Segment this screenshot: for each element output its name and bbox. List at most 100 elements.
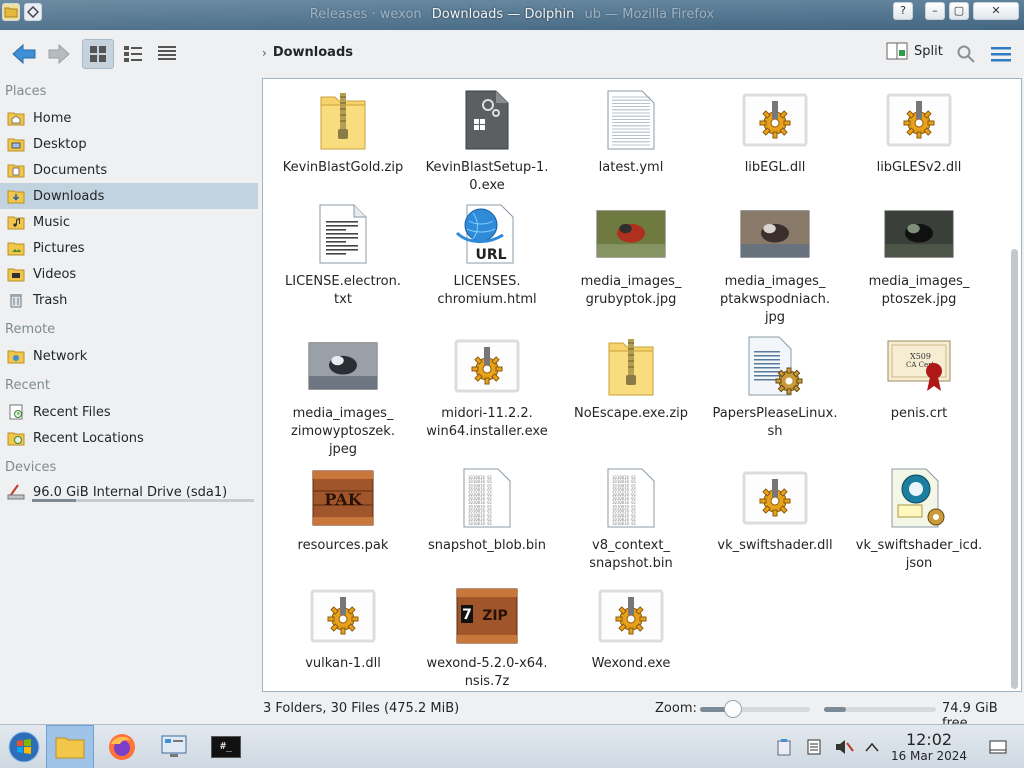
json-file-icon xyxy=(884,465,954,531)
clock[interactable]: 12:02 16 Mar 2024 xyxy=(890,731,968,764)
7z-file-icon: 7 ZIP xyxy=(452,583,522,649)
image-file-icon xyxy=(740,201,810,267)
back-arrow-icon xyxy=(12,43,36,65)
dll-file-icon xyxy=(740,465,810,531)
file-name-line: win64.installer.exe xyxy=(426,424,548,439)
breadcrumb-current[interactable]: Downloads xyxy=(273,45,353,60)
file-item[interactable]: media_images_ zimowyptoszek. jpeg xyxy=(273,333,413,459)
doc-file-glyph xyxy=(319,204,367,264)
file-item[interactable]: Wexond.exe xyxy=(561,583,701,673)
file-item[interactable]: PapersPleaseLinux. sh xyxy=(705,333,845,441)
taskbar-file-manager[interactable] xyxy=(46,725,94,768)
sidebar-item-documents[interactable]: Documents xyxy=(0,157,258,183)
menu-button[interactable] xyxy=(986,39,1016,69)
file-name-line: sh xyxy=(767,424,783,439)
sidebar-item-music[interactable]: Music xyxy=(0,209,258,235)
close-button[interactable]: ✕ xyxy=(973,2,1019,20)
breadcrumb: › Downloads xyxy=(262,45,353,60)
sidebar-item-recent-locations[interactable]: Recent Locations xyxy=(0,425,258,451)
file-item[interactable]: latest.yml xyxy=(561,87,701,177)
file-item[interactable]: libGLESv2.dll xyxy=(849,87,989,177)
forward-button[interactable] xyxy=(44,39,74,69)
file-item[interactable]: KevinBlastGold.zip xyxy=(273,87,413,177)
dll-file-icon xyxy=(452,333,522,399)
file-name-line: media_images_ xyxy=(724,274,826,289)
file-name: KevinBlastSetup-1. 0.exe xyxy=(417,159,557,195)
help-button[interactable]: ? xyxy=(893,2,913,20)
minimize-button[interactable]: – xyxy=(925,2,945,20)
toolbar: › Downloads Split xyxy=(0,30,1024,78)
file-item[interactable]: media_images_ grubyptok.jpg xyxy=(561,201,701,309)
zip-file-glyph xyxy=(608,339,654,396)
zoom-slider-handle[interactable] xyxy=(724,700,742,718)
file-item[interactable]: media_images_ ptoszek.jpg xyxy=(849,201,989,309)
file-item[interactable]: PAK resources.pak xyxy=(273,465,413,555)
split-button[interactable]: Split xyxy=(886,41,943,61)
show-desktop-icon[interactable] xyxy=(988,737,1008,757)
file-item[interactable]: vk_swiftshader.dll xyxy=(705,465,845,555)
svg-text:7: 7 xyxy=(462,607,472,623)
sidebar-item-label: Recent Files xyxy=(33,404,111,420)
maximize-button[interactable]: ▢ xyxy=(949,2,969,20)
taskbar-system-settings[interactable] xyxy=(150,725,198,768)
section-recent: Recent xyxy=(5,378,50,393)
clipboard-tray-icon[interactable] xyxy=(774,737,794,757)
sidebar-item-label: Desktop xyxy=(33,136,87,152)
sidebar-item-downloads[interactable]: Downloads xyxy=(0,183,258,209)
sidebar-item-pictures[interactable]: Pictures xyxy=(0,235,258,261)
file-item[interactable]: KevinBlastSetup-1. 0.exe xyxy=(417,87,557,195)
sidebar-item-trash[interactable]: Trash xyxy=(0,287,258,313)
search-button[interactable] xyxy=(952,39,980,69)
file-item[interactable]: midori-11.2.2. win64.installer.exe xyxy=(417,333,557,441)
file-item[interactable]: LICENSE.electron. txt xyxy=(273,201,413,309)
split-label: Split xyxy=(914,43,943,59)
compact-view-button[interactable] xyxy=(118,39,148,69)
file-name-line: latest.yml xyxy=(598,160,664,175)
file-name-line: grubyptok.jpg xyxy=(585,292,677,307)
file-item[interactable]: vulkan-1.dll xyxy=(273,583,413,673)
sidebar-item-network[interactable]: Network xyxy=(0,343,258,369)
dll-file-icon xyxy=(740,87,810,153)
icons-view-button[interactable] xyxy=(82,39,114,69)
file-item[interactable]: 1010010 01 1010010 01 1010010 01 1010010 01… xyxy=(417,465,557,555)
sidebar-item-recent-files[interactable]: Recent Files xyxy=(0,399,258,425)
file-name: LICENSES. chromium.html xyxy=(417,273,557,309)
7z-file-glyph: 7 ZIP xyxy=(456,588,518,644)
sidebar-item-videos[interactable]: Videos xyxy=(0,261,258,287)
start-button[interactable] xyxy=(0,725,48,768)
sidebar-item-label: Pictures xyxy=(33,240,85,256)
file-item[interactable]: libEGL.dll xyxy=(705,87,845,177)
notes-tray-icon[interactable] xyxy=(804,737,824,757)
sidebar-item-desktop[interactable]: Desktop xyxy=(0,131,258,157)
file-item[interactable]: vk_swiftshader_icd. json xyxy=(849,465,989,573)
image-file-glyph xyxy=(308,342,378,390)
image-file-icon xyxy=(308,333,378,399)
file-item[interactable]: X509 CA Cert penis.crt xyxy=(849,333,989,423)
vertical-scrollbar[interactable] xyxy=(1011,249,1018,689)
file-item[interactable]: 1010010 01 1010010 01 1010010 01 1010010 01… xyxy=(561,465,701,573)
tray-expand-icon[interactable] xyxy=(862,737,882,757)
window-titlebar[interactable]: Releases · wexon Downloads — Dolphin ub … xyxy=(0,0,1024,30)
taskbar: #_ 12:02 16 Mar 2024 xyxy=(0,724,1024,768)
bin-file-icon: 1010010 01 1010010 01 1010010 01 1010010 01… xyxy=(452,465,522,531)
file-item[interactable]: media_images_ ptakwspodniach. jpg xyxy=(705,201,845,327)
zip-file-icon xyxy=(308,87,378,153)
dll-file-glyph xyxy=(310,589,376,643)
bin-file-icon: 1010010 01 1010010 01 1010010 01 1010010 01… xyxy=(596,465,666,531)
file-view[interactable]: KevinBlastGold.zip KevinBlastSetup-1. 0.ex… xyxy=(262,78,1022,692)
file-item[interactable]: 7 ZIP wexond-5.2.0-x64. nsis.7z xyxy=(417,583,557,691)
sidebar-item-home[interactable]: Home xyxy=(0,105,258,131)
back-button[interactable] xyxy=(8,39,40,69)
file-name-line: KevinBlastGold.zip xyxy=(282,160,404,175)
file-name-line: NoEscape.exe.zip xyxy=(573,406,689,421)
file-item[interactable]: NoEscape.exe.zip xyxy=(561,333,701,423)
file-item[interactable]: URL LICENSES. chromium.html xyxy=(417,201,557,309)
breadcrumb-chevron-icon[interactable]: › xyxy=(262,46,267,60)
taskbar-firefox[interactable] xyxy=(98,725,146,768)
sidebar-item-label: Music xyxy=(33,214,70,230)
volume-muted-icon[interactable] xyxy=(834,737,854,757)
file-name: wexond-5.2.0-x64. nsis.7z xyxy=(417,655,557,691)
details-view-button[interactable] xyxy=(152,39,182,69)
image-file-icon xyxy=(884,201,954,267)
taskbar-terminal[interactable]: #_ xyxy=(202,725,250,768)
